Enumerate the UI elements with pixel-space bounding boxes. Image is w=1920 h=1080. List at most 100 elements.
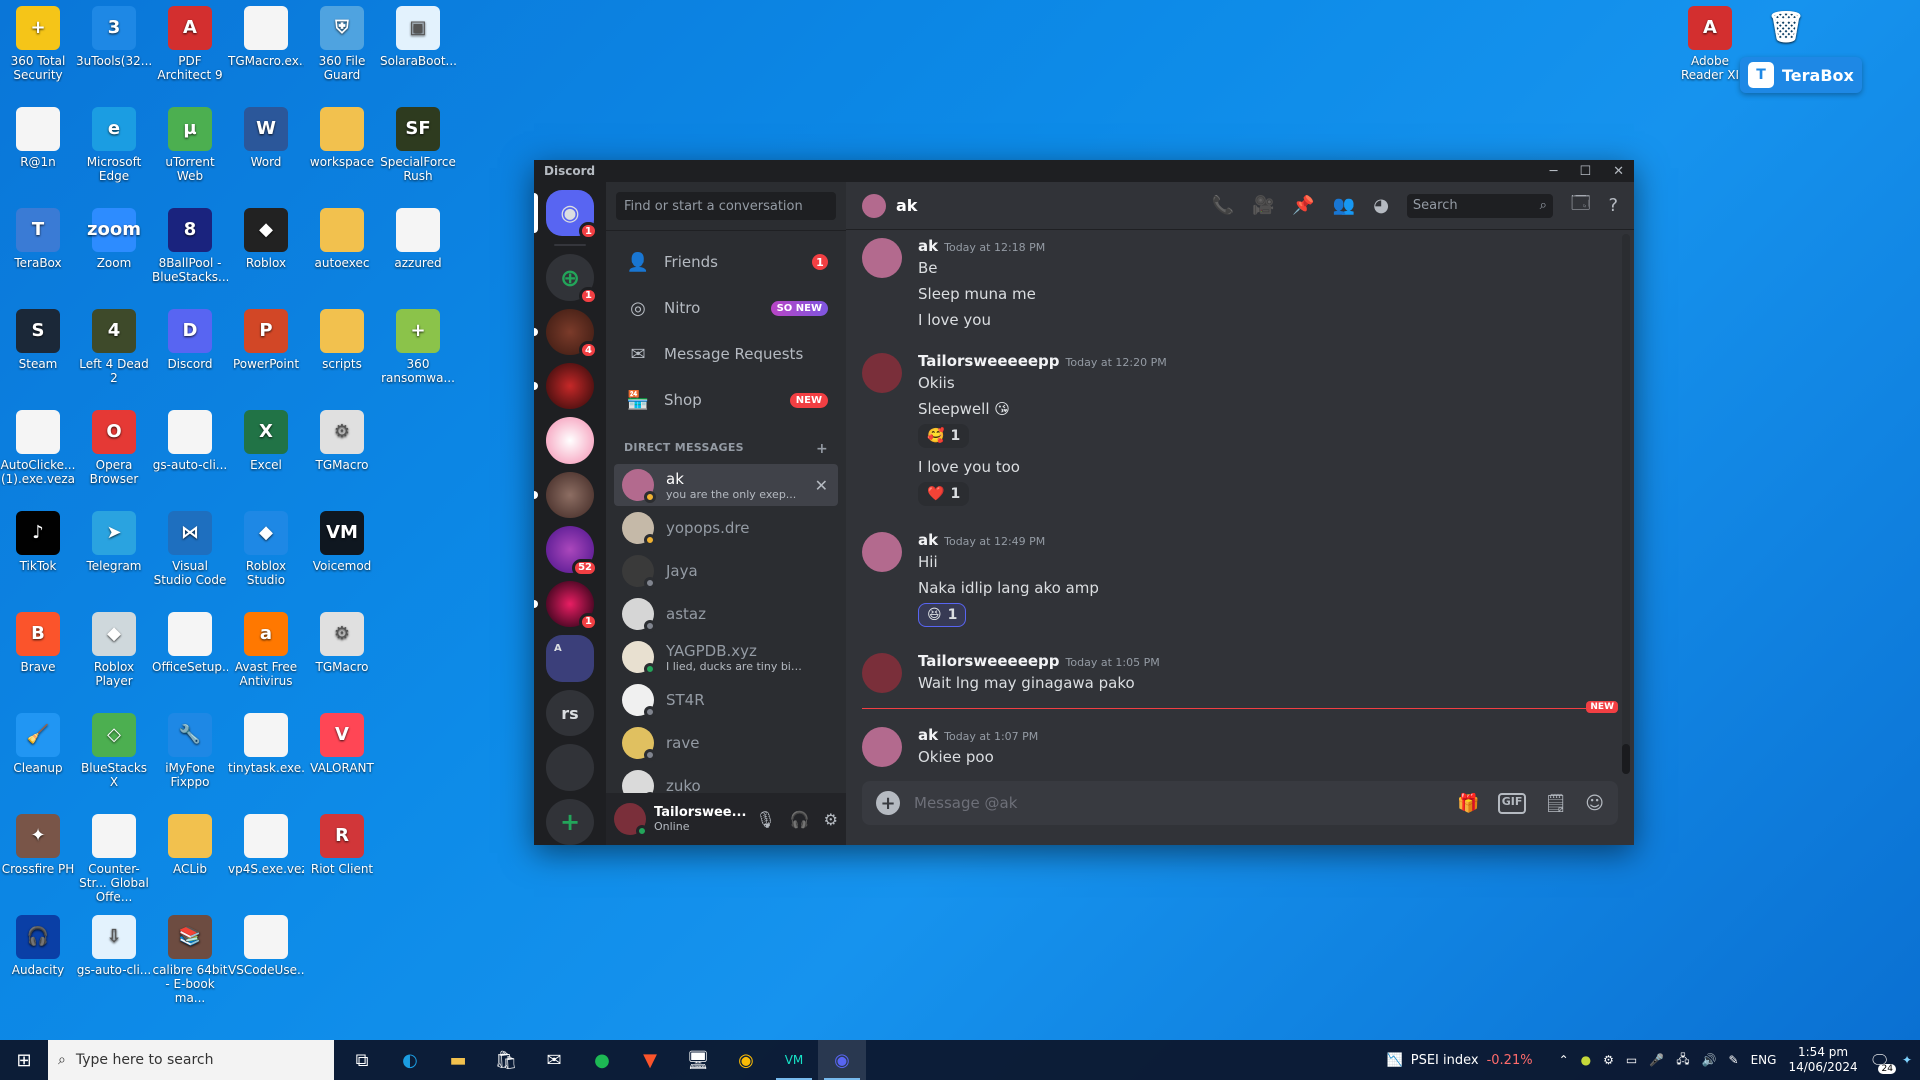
desktop-icon[interactable]: 🧹 Cleanup <box>0 713 76 775</box>
desktop-icon[interactable]: R Riot Client <box>304 814 380 876</box>
desktop-icon[interactable]: 🔧 iMyFone Fixppo <box>152 713 228 789</box>
tray-app-icon[interactable]: ● <box>1581 1053 1591 1067</box>
add-attachment-button[interactable]: + <box>876 791 900 815</box>
server-4[interactable] <box>534 471 594 519</box>
start-button[interactable]: ⊞ <box>0 1040 48 1080</box>
tray-mic-icon[interactable]: 🎤 <box>1649 1053 1664 1067</box>
avatar[interactable] <box>862 353 902 393</box>
desktop-icon[interactable]: +360 Total Security <box>0 6 76 82</box>
message-author[interactable]: ak <box>918 726 938 744</box>
desktop-icon[interactable]: Counter-Str... Global Offe... <box>76 814 152 904</box>
dm-item[interactable]: astaz <box>614 593 838 635</box>
tray-camera-icon[interactable]: ▭ <box>1626 1053 1637 1067</box>
chevron-up-icon[interactable]: ⌃ <box>1559 1053 1569 1067</box>
desktop-icon[interactable]: VSCodeUse... <box>228 915 304 977</box>
desktop-icon[interactable]: S Steam <box>0 309 76 371</box>
desktop-icon[interactable]: 4 Left 4 Dead 2 <box>76 309 152 385</box>
scrollbar[interactable] <box>1622 234 1630 774</box>
desktop-icon[interactable]: AutoClicke... (1).exe.veza <box>0 410 76 486</box>
dm-item[interactable]: Jaya <box>614 550 838 592</box>
avatar[interactable] <box>862 193 886 218</box>
microphone-icon[interactable]: 🎙 <box>755 810 775 829</box>
tray-settings-icon[interactable]: ⚙ <box>1603 1053 1614 1067</box>
desktop-icon[interactable]: vp4S.exe.veza <box>228 814 304 876</box>
desktop-icon[interactable]: OfficeSetup... <box>152 612 228 674</box>
desktop-icon[interactable]: ✦ Crossfire PH <box>0 814 76 876</box>
server-rs[interactable]: rs <box>546 689 594 737</box>
desktop-icon[interactable]: ⇩ gs-auto-cli... <box>76 915 152 977</box>
task-view-button[interactable]: ⧉ <box>338 1040 386 1080</box>
reaction[interactable]: 🥰 1 <box>918 424 970 448</box>
taskbar-search[interactable]: ⌕ Type here to search <box>48 1040 334 1080</box>
dm-item[interactable]: ak you are the only exep... ✕ <box>614 464 838 506</box>
desktop-icon[interactable]: a Avast Free Antivirus <box>228 612 304 688</box>
desktop-icon-adobe-reader[interactable]: A Adobe Reader XI <box>1672 6 1748 82</box>
desktop-icon[interactable]: ♪ TikTok <box>0 511 76 573</box>
pin-icon[interactable]: 📌 <box>1292 195 1314 216</box>
notification-center-button[interactable]: 🗨 24 <box>1870 1051 1896 1074</box>
desktop-icon[interactable]: ▣ SolaraBoot... <box>380 6 456 68</box>
desktop-icon[interactable]: P PowerPoint <box>228 309 304 371</box>
language-indicator[interactable]: ENG <box>1751 1053 1777 1067</box>
minimize-icon[interactable]: ─ <box>1550 164 1558 179</box>
message-author[interactable]: ak <box>918 237 938 255</box>
video-call-icon[interactable]: 🎥 <box>1252 195 1274 216</box>
taskbar-store[interactable]: 🛍 <box>482 1040 530 1080</box>
taskbar-discord[interactable]: ◉ <box>818 1040 866 1080</box>
desktop-icon[interactable]: TGMacro.ex... <box>228 6 304 68</box>
taskbar-chrome[interactable]: ◉ <box>722 1040 770 1080</box>
maximize-icon[interactable]: ☐ <box>1579 164 1591 179</box>
avatar[interactable] <box>614 803 648 837</box>
server-folder[interactable]: A <box>546 634 594 682</box>
desktop-icon[interactable]: ACLib <box>152 814 228 876</box>
voice-call-icon[interactable]: 📞 <box>1212 195 1234 216</box>
taskbar-voicemod[interactable]: VM <box>770 1040 818 1080</box>
desktop-icon[interactable]: zoom Zoom <box>76 208 152 270</box>
create-dm-icon[interactable]: + <box>816 441 828 457</box>
desktop-icon[interactable]: tinytask.exe... <box>228 713 304 775</box>
reaction[interactable]: 😆 1 <box>918 603 967 627</box>
nav-nitro[interactable]: ◎ Nitro SO NEW <box>614 287 838 329</box>
volume-icon[interactable]: 🔊 <box>1702 1053 1717 1067</box>
network-icon[interactable]: 🖧 <box>1676 1050 1689 1071</box>
settings-gear-icon[interactable]: ⚙ <box>824 810 838 829</box>
desktop-icon[interactable]: ◇ BlueStacks X <box>76 713 152 789</box>
close-dm-icon[interactable]: ✕ <box>815 476 828 495</box>
desktop-icon[interactable]: gs-auto-cli... <box>152 410 228 472</box>
desktop-icon[interactable]: µ uTorrent Web <box>152 107 228 183</box>
desktop-icon[interactable]: +360 ransomwa... <box>380 309 456 385</box>
server-1[interactable]: 4 <box>534 308 598 360</box>
nav-message-requests[interactable]: ✉ Message Requests <box>614 333 838 375</box>
desktop-icon[interactable]: ⋈ Visual Studio Code <box>152 511 228 587</box>
close-icon[interactable]: ✕ <box>1613 164 1624 179</box>
desktop-icon-recycle-bin[interactable]: 🗑 <box>1748 6 1824 54</box>
desktop-icon[interactable]: ➤ Telegram <box>76 511 152 573</box>
desktop-icon[interactable]: ◆ Roblox Studio <box>228 511 304 587</box>
reaction[interactable]: ❤️ 1 <box>918 482 970 506</box>
desktop-icon[interactable]: ⛨ 360 File Guard <box>304 6 380 82</box>
avatar[interactable] <box>862 653 902 693</box>
terabox-floating-button[interactable]: T TeraBox <box>1740 57 1862 93</box>
message-author[interactable]: ak <box>918 531 938 549</box>
copilot-icon[interactable]: ✦ <box>1902 1053 1912 1067</box>
message-author[interactable]: Tailorsweeeeepp <box>918 652 1060 670</box>
taskbar-rdp[interactable]: 🖥 <box>674 1040 722 1080</box>
add-friends-dm-icon[interactable]: 👥 <box>1333 195 1355 216</box>
taskbar-mail[interactable]: ✉ <box>530 1040 578 1080</box>
server-6[interactable]: 1 <box>534 580 598 631</box>
chat-search-input[interactable]: Search ⌕ <box>1406 193 1553 218</box>
message-author[interactable]: Tailorsweeeeepp <box>918 352 1060 370</box>
desktop-icon[interactable]: T TeraBox <box>0 208 76 270</box>
help-icon[interactable]: ? <box>1608 195 1618 216</box>
taskbar-spotify[interactable]: ● <box>578 1040 626 1080</box>
server-blank[interactable] <box>546 744 594 791</box>
add-server-button[interactable]: + <box>546 798 594 845</box>
desktop-icon[interactable]: R@1n <box>0 107 76 169</box>
desktop-icon[interactable]: ◆ Roblox Player <box>76 612 152 688</box>
inbox-icon[interactable]: 🗔 <box>1571 191 1591 221</box>
desktop-icon[interactable]: 🎧 Audacity <box>0 915 76 977</box>
pen-icon[interactable]: ✎ <box>1729 1053 1739 1067</box>
message-input[interactable] <box>914 794 1444 812</box>
clock[interactable]: 1:54 pm 14/06/2024 <box>1788 1045 1857 1075</box>
nav-shop[interactable]: 🏪 Shop NEW <box>614 379 838 421</box>
